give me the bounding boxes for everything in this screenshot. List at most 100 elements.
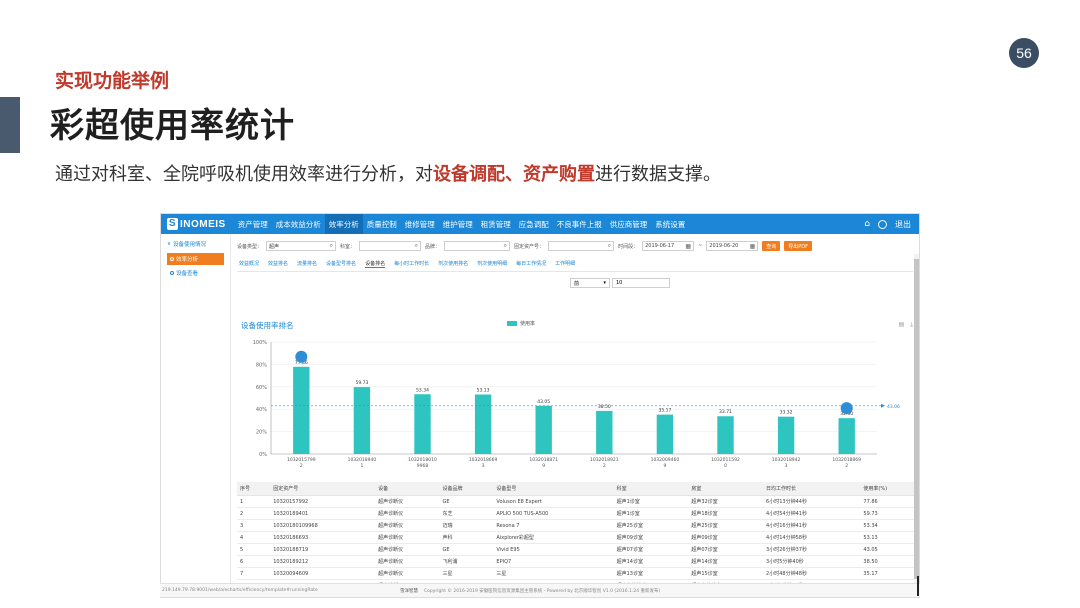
- y-tick-label: 20%: [256, 430, 267, 436]
- brand-field[interactable]: ⌕: [444, 241, 511, 251]
- query-button[interactable]: 查询: [762, 241, 781, 251]
- table-cell: 7: [237, 567, 271, 580]
- column-header[interactable]: 固定资产号: [270, 482, 376, 496]
- bar: [535, 405, 552, 454]
- order-select[interactable]: 前 ▾: [570, 278, 610, 288]
- table-cell: 10320094609: [270, 567, 376, 580]
- tab[interactable]: 设备型号排名: [326, 260, 356, 268]
- nav-item[interactable]: 供应商管理: [606, 214, 652, 234]
- dept-field[interactable]: ⌕: [359, 241, 422, 251]
- scrollbar-thumb[interactable]: [914, 259, 919, 579]
- column-header[interactable]: 日均工作时长: [763, 482, 861, 496]
- chart-legend[interactable]: 使用率: [507, 320, 535, 327]
- nav-item[interactable]: 维修管理: [401, 214, 439, 234]
- nav-item[interactable]: 系统设置: [651, 214, 689, 234]
- user-icon[interactable]: [878, 219, 887, 229]
- asset-no-field[interactable]: ⌕: [548, 241, 615, 251]
- table-cell: 10320186693: [270, 531, 376, 544]
- table-cell: 5: [237, 543, 271, 556]
- column-header[interactable]: 使用率(%): [860, 482, 919, 496]
- table-cell: 3小时5分钟40秒: [763, 555, 861, 568]
- nav-item[interactable]: 不良事件上报: [553, 214, 606, 234]
- search-icon: ⌕: [607, 242, 612, 249]
- table-row[interactable]: 5 10320188719 超声诊断仪 GE Vivid E95 超声07诊室 超声07诊室…: [237, 543, 919, 556]
- tab[interactable]: 每小时工作时长: [394, 260, 429, 268]
- table-cell: 10320189401: [270, 507, 376, 520]
- app-logo[interactable]: S INOMEIS: [161, 218, 234, 230]
- date-to-field[interactable]: 2019-06-20 ▦: [706, 241, 759, 251]
- column-header[interactable]: 设备品牌: [439, 482, 494, 496]
- logo-mark: S: [167, 218, 178, 230]
- table-cell: 三星: [439, 567, 494, 580]
- nav-item[interactable]: 应急调配: [515, 214, 553, 234]
- x-tick-label: 3: [785, 463, 788, 469]
- column-header[interactable]: 设备: [375, 482, 440, 496]
- search-icon: ⌕: [414, 242, 419, 249]
- table-row[interactable]: 4 10320186693 超声诊断仪 声科 Aixplorer彩超型 超声09诊室 超声0…: [237, 531, 919, 544]
- nav-item[interactable]: 资产管理: [234, 214, 272, 234]
- sidebar-group[interactable]: ∨ 设备使用情况: [161, 240, 230, 248]
- average-label: 43.06: [887, 404, 900, 410]
- tab[interactable]: 效益排名: [268, 260, 288, 268]
- nav-item[interactable]: 租赁管理: [477, 214, 515, 234]
- scrollbar[interactable]: [914, 254, 919, 597]
- x-tick-label: 2: [845, 463, 848, 469]
- tab[interactable]: 设备排名: [365, 260, 386, 268]
- table-cell: EPIQ7: [493, 555, 614, 568]
- table-cell: 超声18诊室: [688, 507, 764, 520]
- analysis-tabs: 效益概况 效益排名 流量排名 设备型号排名 设备排名 每小时工作时长 剂次使用排名 剂次使用明…: [237, 255, 913, 272]
- tab[interactable]: 剂次使用排名: [438, 260, 468, 268]
- date-from-field[interactable]: 2019-06-17 ▦: [642, 241, 695, 251]
- table-cell: 超声25诊室: [688, 519, 764, 532]
- tab[interactable]: 流量排名: [297, 260, 317, 268]
- table-row[interactable]: 2 10320189401 超声诊断仪 东芝 APLIO 500 TUS-A500 超声1…: [237, 507, 919, 520]
- y-tick-label: 100%: [253, 340, 268, 346]
- nav-item[interactable]: 成本效益分析: [272, 214, 325, 234]
- column-header[interactable]: 设备型号: [493, 482, 614, 496]
- column-header[interactable]: 科室: [613, 482, 689, 496]
- table-cell: GE: [439, 495, 494, 508]
- nav-item[interactable]: 维护管理: [439, 214, 477, 234]
- download-icon[interactable]: ⤓: [910, 321, 913, 329]
- main-content: 设备类型： 超声 ⌕ 科室： ⌕ 品牌： ⌕ 固定资产号： ⌕ 时间段： 201…: [231, 234, 919, 597]
- top-nav-menu: 资产管理 成本效益分析 效率分析 质量控制 维修管理 维护管理 租赁管理 应急调配 不良事件上报…: [234, 214, 690, 234]
- status-url: 219.149.79.78:9001/web/a/echarts/efficie…: [162, 588, 318, 593]
- nav-item[interactable]: 质量控制: [363, 214, 401, 234]
- x-tick-label: 9: [542, 463, 545, 469]
- x-tick-label: 1032018921: [590, 457, 619, 463]
- table-cell: Vivid E95: [493, 543, 614, 556]
- tab[interactable]: 每日工作情况: [516, 260, 546, 268]
- tab[interactable]: 工作明细: [555, 260, 575, 268]
- nav-item[interactable]: 效率分析: [324, 214, 363, 234]
- sidebar-item-efficiency[interactable]: 效率分析: [167, 253, 224, 265]
- table-row[interactable]: 7 10320094609 超声诊断仪 三星 三星 超声13诊室 超声15诊室 2小时48分钟…: [237, 567, 919, 580]
- tab[interactable]: 剂次使用明细: [477, 260, 507, 268]
- column-header[interactable]: 房室: [688, 482, 764, 496]
- table-cell: 38.50: [860, 555, 919, 568]
- column-header[interactable]: 序号: [237, 482, 271, 496]
- home-icon[interactable]: ⌂: [864, 219, 870, 229]
- count-input[interactable]: 10: [612, 278, 670, 288]
- data-view-icon[interactable]: ▤: [899, 321, 905, 329]
- section-kicker: 实现功能举例: [55, 70, 170, 92]
- table-cell: Resona 7: [493, 519, 614, 532]
- text-cursor-mark: [917, 576, 919, 596]
- table-row[interactable]: 3 10320180109968 超声诊断仪 迈瑞 Resona 7 超声25诊室 超声25…: [237, 519, 919, 532]
- table-row[interactable]: 6 10320189212 超声诊断仪 飞利浦 EPIQ7 超声14诊室 超声14诊室 3小时…: [237, 555, 919, 568]
- table-cell: 迈瑞: [439, 519, 494, 532]
- export-pdf-button[interactable]: 导出PDF: [784, 241, 813, 251]
- app-screenshot: S INOMEIS 资产管理 成本效益分析 效率分析 质量控制 维修管理 维护管理 租赁管理…: [160, 213, 920, 598]
- logout-link[interactable]: 退出: [895, 219, 911, 230]
- bar-value-label: 35.17: [658, 408, 671, 414]
- usage-rate-chart: 设备使用率排名 使用率 ▤ ⤓ 0% 20% 40% 60% 80% 100% 77.86 1…: [237, 314, 913, 484]
- tab[interactable]: 效益概况: [239, 260, 259, 268]
- x-tick-label: 1032018942: [772, 457, 801, 463]
- bar: [656, 414, 674, 454]
- bar-value-label: 38.50: [598, 404, 611, 410]
- sidebar-item-device-view[interactable]: 设备查看: [167, 267, 224, 279]
- average-arrow: [881, 403, 885, 408]
- table-cell: 10320157992: [270, 495, 376, 508]
- device-type-field[interactable]: 超声 ⌕: [266, 241, 337, 251]
- calendar-icon: ▦: [749, 242, 756, 250]
- table-row[interactable]: 1 10320157992 超声诊断仪 GE Voluson E8 Expert 超声1诊…: [237, 495, 919, 508]
